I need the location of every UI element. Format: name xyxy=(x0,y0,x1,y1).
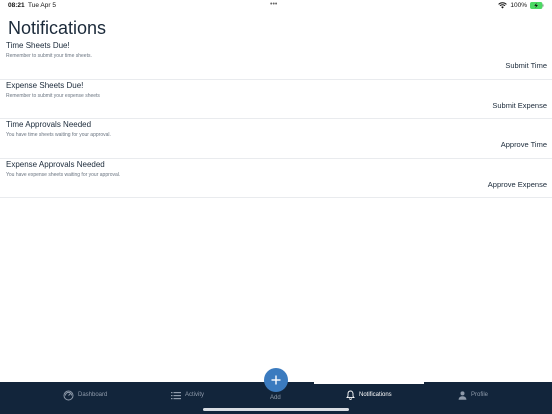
tab-notifications[interactable]: Notifications xyxy=(346,388,392,402)
approve-expense-button[interactable]: Approve Expense xyxy=(488,180,547,189)
battery-charging-icon xyxy=(530,2,544,9)
notification-item: Time Sheets Due! Remember to submit your… xyxy=(0,40,552,80)
status-indicators: 100% xyxy=(498,2,544,9)
submit-expense-button[interactable]: Submit Expense xyxy=(492,101,547,110)
multitasking-dots-icon[interactable]: ••• xyxy=(270,1,277,8)
wifi-icon xyxy=(498,2,508,9)
status-time: 08:21 xyxy=(8,2,25,9)
notification-list: Time Sheets Due! Remember to submit your… xyxy=(0,40,552,198)
approve-time-button[interactable]: Approve Time xyxy=(501,140,547,149)
tab-dashboard-label: Dashboard xyxy=(78,392,108,398)
notification-subtitle: You have time sheets waiting for your ap… xyxy=(6,132,111,138)
notification-title: Expense Sheets Due! xyxy=(6,80,84,90)
dashboard-icon xyxy=(63,390,74,400)
list-icon xyxy=(171,391,181,399)
bell-icon xyxy=(346,390,355,400)
notification-subtitle: You have expense sheets waiting for your… xyxy=(6,171,121,178)
tab-profile-label: Profile xyxy=(471,392,489,398)
tab-add[interactable]: Add xyxy=(270,391,281,405)
battery-percent: 100% xyxy=(510,2,527,9)
tab-activity[interactable]: Activity xyxy=(171,388,204,402)
tab-activity-label: Activity xyxy=(185,392,205,398)
active-tab-indicator xyxy=(314,382,424,384)
notification-title: Expense Approvals Needed xyxy=(6,159,105,169)
plus-icon xyxy=(271,375,281,385)
tab-profile[interactable]: Profile xyxy=(458,388,488,402)
home-indicator xyxy=(203,408,349,411)
page-title: Notifications xyxy=(8,18,107,38)
notification-subtitle: Remember to submit your time sheets. xyxy=(6,53,92,59)
tab-dashboard[interactable]: Dashboard xyxy=(63,388,107,402)
notification-subtitle: Remember to submit your expense sheets xyxy=(6,92,100,99)
add-button[interactable] xyxy=(264,368,288,392)
tab-notifications-label: Notifications xyxy=(359,392,392,398)
notification-title: Time Approvals Needed xyxy=(6,120,92,129)
person-icon xyxy=(458,390,467,400)
status-date: Tue Apr 5 xyxy=(28,2,56,9)
notification-item: Expense Sheets Due! Remember to submit y… xyxy=(0,80,552,119)
tab-add-label: Add xyxy=(270,395,281,401)
notification-title: Time Sheets Due! xyxy=(6,41,70,50)
submit-time-button[interactable]: Submit Time xyxy=(505,61,547,70)
notification-item: Time Approvals Needed You have time shee… xyxy=(0,119,552,159)
status-bar: 08:21 Tue Apr 5 ••• 100% xyxy=(0,0,552,13)
notification-item: Expense Approvals Needed You have expens… xyxy=(0,159,552,198)
